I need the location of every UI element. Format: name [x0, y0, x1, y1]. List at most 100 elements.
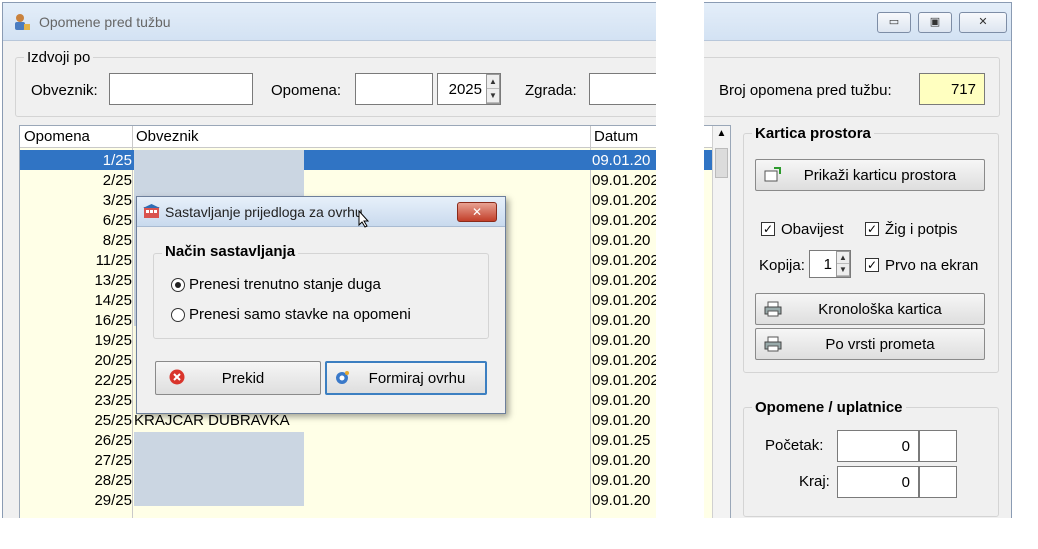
cell-datum: 09.01.202 — [592, 212, 659, 229]
obveznik-label: Obveznik: — [31, 82, 98, 99]
header-opomena[interactable]: Opomena — [24, 128, 90, 145]
cell-datum: 09.01.20 — [592, 332, 651, 349]
cell-datum: 09.01.202 — [592, 272, 659, 289]
grid-header: Opomena Obveznik Datum — [20, 126, 730, 148]
cell-opomena: 26/25 — [94, 432, 132, 449]
count-value: 717 — [950, 81, 976, 98]
kraj-input[interactable]: 0 — [837, 466, 919, 498]
vrsta-prometa-button[interactable]: Po vrsti prometa — [755, 328, 985, 360]
spin-down-icon[interactable]: ▼ — [837, 264, 849, 276]
table-row[interactable]: 2/25 09.01.202 — [20, 170, 712, 190]
table-row[interactable]: 29/25 09.01.20 — [20, 490, 712, 510]
title-bar: Opomene pred tužbu ▭ ▣ ✕ — [3, 3, 1011, 41]
cell-opomena: 23/25 — [94, 392, 132, 409]
building-icon — [143, 204, 160, 218]
kraj-extra[interactable] — [919, 466, 957, 498]
cell-opomena: 28/25 — [94, 472, 132, 489]
year-input[interactable]: 2025 ▲ ▼ — [437, 73, 501, 105]
cell-datum: 09.01.25 — [592, 432, 651, 449]
grid-scrollbar[interactable]: ▲ — [712, 126, 730, 524]
cell-datum: 09.01.20 — [592, 232, 651, 249]
dialog-title-bar: Sastavljanje prijedloga za ovrhu ✕ — [137, 197, 505, 227]
torn-gap — [656, 0, 704, 549]
ovrha-dialog: Sastavljanje prijedloga za ovrhu ✕ Način… — [136, 196, 506, 414]
zgrada-input[interactable] — [589, 73, 659, 105]
cell-opomena: 25/25 — [94, 412, 132, 429]
obavijest-checkbox[interactable]: ✓ — [761, 222, 775, 236]
cell-datum: 09.01.20 — [592, 412, 651, 429]
count-label: Broj opomena pred tužbu: — [719, 82, 892, 99]
close-button[interactable]: ✕ — [959, 12, 1007, 33]
app-user-icon — [15, 14, 30, 30]
option-stavke-label[interactable]: Prenesi samo stavke na opomeni — [189, 306, 411, 323]
cell-opomena: 29/25 — [94, 492, 132, 509]
header-datum[interactable]: Datum — [594, 128, 638, 145]
cell-opomena: 2/25 — [102, 172, 132, 189]
year-spinner[interactable]: ▲ ▼ — [486, 74, 500, 104]
kraj-label: Kraj: — [799, 473, 830, 490]
cell-datum: 09.01.20 — [592, 472, 651, 489]
spin-down-icon[interactable]: ▼ — [487, 89, 499, 103]
count-field: 717 — [919, 73, 985, 105]
table-row[interactable]: 27/25 09.01.20 — [20, 450, 712, 470]
maximize-button[interactable]: ▣ — [918, 12, 952, 33]
prekid-button[interactable]: Prekid — [155, 361, 321, 395]
zig-label: Žig i potpis — [885, 221, 958, 238]
window-title: Opomene pred tužbu — [39, 14, 171, 30]
uplatnice-group: Opomene / uplatnice — [743, 399, 999, 517]
opomena-input[interactable] — [355, 73, 433, 105]
scroll-up-icon[interactable]: ▲ — [713, 128, 730, 139]
cell-datum: 09.01.20 — [592, 492, 651, 509]
prvo-checkbox[interactable]: ✓ — [865, 258, 879, 272]
cell-datum: 09.01.20 — [592, 452, 651, 469]
cell-datum: 09.01.202 — [592, 352, 659, 369]
zig-checkbox[interactable]: ✓ — [865, 222, 879, 236]
redacted-names — [134, 432, 304, 506]
table-row[interactable]: 28/25 09.01.20 — [20, 470, 712, 490]
kopija-input[interactable]: 1 ▲ ▼ — [809, 250, 851, 278]
cell-opomena: 1/25 — [102, 152, 132, 169]
pocetak-input[interactable]: 0 — [837, 430, 919, 462]
close-icon: ✕ — [978, 16, 988, 28]
cell-datum: 09.01.202 — [592, 172, 659, 189]
spin-up-icon[interactable]: ▲ — [837, 252, 849, 264]
header-obveznik[interactable]: Obveznik — [136, 128, 199, 145]
opomena-label: Opomena: — [271, 82, 342, 99]
nacin-group-label: Način sastavljanja — [162, 243, 299, 260]
table-row[interactable]: 1/25 09.01.20 — [20, 150, 712, 170]
uplatnice-group-label: Opomene / uplatnice — [752, 399, 906, 416]
cell-opomena: 16/25 — [94, 312, 132, 329]
cell-opomena: 14/25 — [94, 292, 132, 309]
option-stanje-radio[interactable] — [171, 278, 185, 292]
minimize-button[interactable]: ▭ — [877, 12, 911, 33]
cell-datum: 09.01.202 — [592, 292, 659, 309]
scroll-thumb[interactable] — [715, 148, 728, 178]
dialog-close-icon[interactable]: ✕ — [457, 202, 497, 222]
cell-opomena: 8/25 — [102, 232, 132, 249]
cell-datum: 09.01.20 — [592, 312, 651, 329]
cell-datum: 09.01.202 — [592, 252, 659, 269]
maximize-icon: ▣ — [929, 16, 941, 28]
nacin-group: Način sastavljanja — [153, 243, 489, 339]
table-row[interactable]: 26/25 09.01.25 — [20, 430, 712, 450]
kopija-spinner[interactable]: ▲ ▼ — [836, 251, 850, 277]
cell-datum: 09.01.20 — [592, 392, 651, 409]
cell-opomena: 13/25 — [94, 272, 132, 289]
pocetak-extra[interactable] — [919, 430, 957, 462]
cell-opomena: 6/25 — [102, 212, 132, 229]
kartica-group-label: Kartica prostora — [752, 125, 874, 142]
filter-group-label: Izdvoji po — [24, 49, 94, 66]
kronoloska-button[interactable]: Kronološka kartica — [755, 293, 985, 325]
obveznik-input[interactable] — [109, 73, 253, 105]
minimize-icon: ▭ — [888, 16, 900, 28]
pocetak-label: Početak: — [765, 437, 824, 454]
option-stanje-label[interactable]: Prenesi trenutno stanje duga — [189, 276, 381, 293]
cell-opomena: 22/25 — [94, 372, 132, 389]
cell-opomena: 11/25 — [95, 252, 132, 269]
spin-up-icon[interactable]: ▲ — [487, 75, 499, 89]
formiraj-button[interactable]: Formiraj ovrhu — [325, 361, 487, 395]
show-kartica-button[interactable]: Prikaži karticu prostora — [755, 159, 985, 191]
torn-bottom — [0, 518, 1038, 549]
cell-datum: 09.01.20 — [592, 152, 651, 169]
option-stavke-radio[interactable] — [171, 308, 185, 322]
